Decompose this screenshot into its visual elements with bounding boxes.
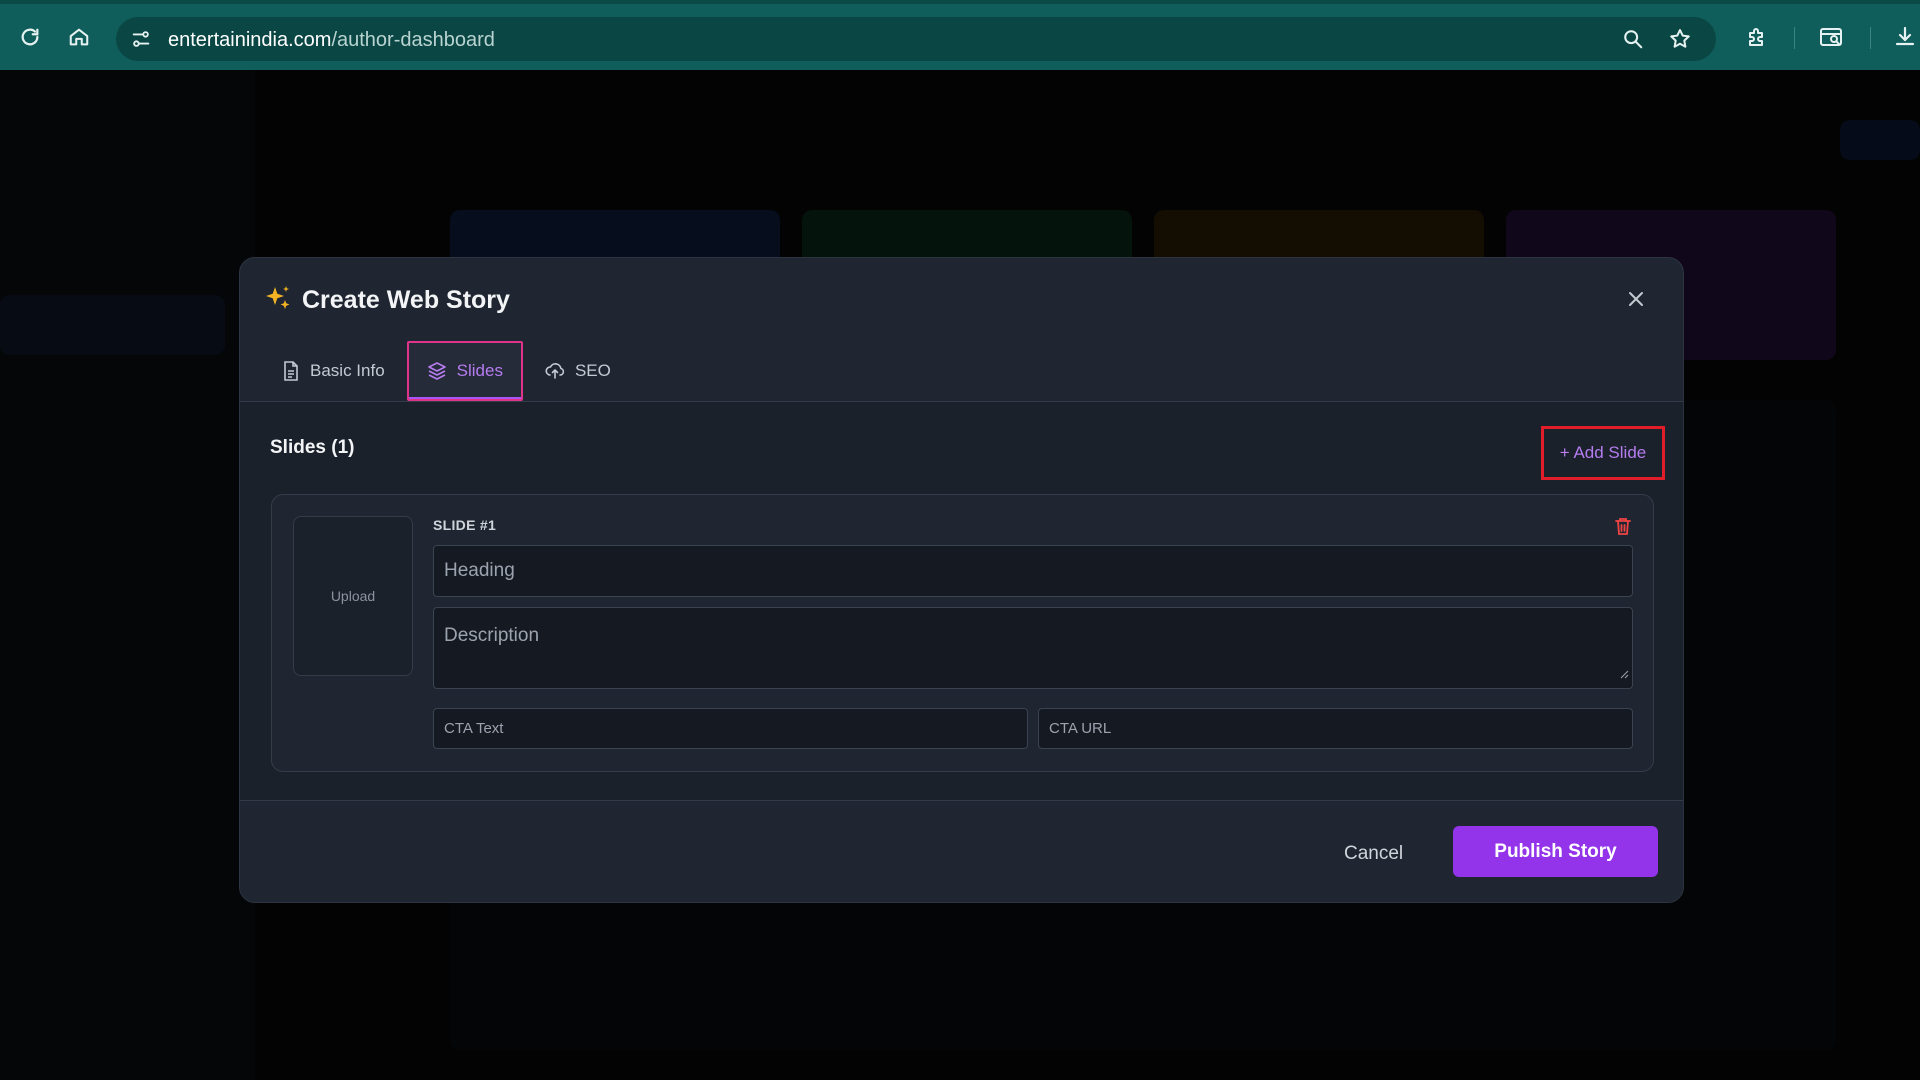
tab-basic-info[interactable]: Basic Info <box>264 341 403 401</box>
slide-card: Upload SLIDE #1 Heading Description CTA … <box>271 494 1654 772</box>
url-text[interactable]: entertainindia.com/author-dashboard <box>168 29 495 52</box>
trash-icon[interactable] <box>1612 515 1634 537</box>
tab-label: Basic Info <box>310 361 385 380</box>
slides-panel: Slides (1) + Add Slide Upload SLIDE #1 H… <box>240 402 1683 800</box>
modal-title-row: Create Web Story <box>264 284 510 317</box>
cta-url-input[interactable]: CTA URL <box>1038 708 1633 749</box>
resize-handle-icon[interactable] <box>1619 663 1629 685</box>
address-bar[interactable]: entertainindia.com/author-dashboard <box>116 17 1716 61</box>
modal-footer: Cancel Publish Story <box>240 800 1683 902</box>
close-icon[interactable] <box>1621 284 1651 314</box>
tab-label: Slides <box>456 361 503 380</box>
add-slide-button[interactable]: + Add Slide <box>1541 426 1665 480</box>
cancel-button[interactable]: Cancel <box>1344 834 1403 874</box>
modal-title: Create Web Story <box>302 286 510 314</box>
tab-seo[interactable]: SEO <box>527 341 629 401</box>
sparkles-icon <box>264 284 292 317</box>
browser-toolbar: entertainindia.com/author-dashboard <box>0 4 1920 70</box>
reload-icon[interactable] <box>14 21 46 53</box>
document-icon <box>282 361 300 381</box>
cloud-upload-icon <box>545 362 565 380</box>
site-settings-icon[interactable] <box>130 28 152 55</box>
home-icon[interactable] <box>63 21 95 53</box>
create-web-story-modal: Create Web Story Basic Info Slides SEO S… <box>239 257 1684 903</box>
image-upload-area[interactable]: Upload <box>293 516 413 676</box>
toolbar-separator <box>1794 27 1795 49</box>
slide-number-label: SLIDE #1 <box>433 517 497 533</box>
layers-icon <box>427 361 447 381</box>
modal-header: Create Web Story Basic Info Slides SEO <box>240 258 1683 402</box>
zoom-icon[interactable] <box>1622 28 1644 55</box>
tab-search-icon[interactable] <box>1816 21 1848 53</box>
slide-heading-input[interactable]: Heading <box>433 545 1633 597</box>
tab-slides[interactable]: Slides <box>406 341 523 401</box>
tab-label: SEO <box>574 361 611 380</box>
publish-story-button[interactable]: Publish Story <box>1453 826 1658 877</box>
bookmark-star-icon[interactable] <box>1668 27 1692 56</box>
slides-count-heading: Slides (1) <box>270 437 355 458</box>
modal-tabs: Basic Info Slides SEO <box>264 341 629 401</box>
download-icon[interactable] <box>1889 21 1920 53</box>
extensions-icon[interactable] <box>1741 21 1773 53</box>
cta-text-input[interactable]: CTA Text <box>433 708 1028 749</box>
toolbar-separator <box>1870 27 1871 49</box>
slide-description-textarea[interactable]: Description <box>433 607 1633 689</box>
placeholder-text: Description <box>444 625 540 646</box>
